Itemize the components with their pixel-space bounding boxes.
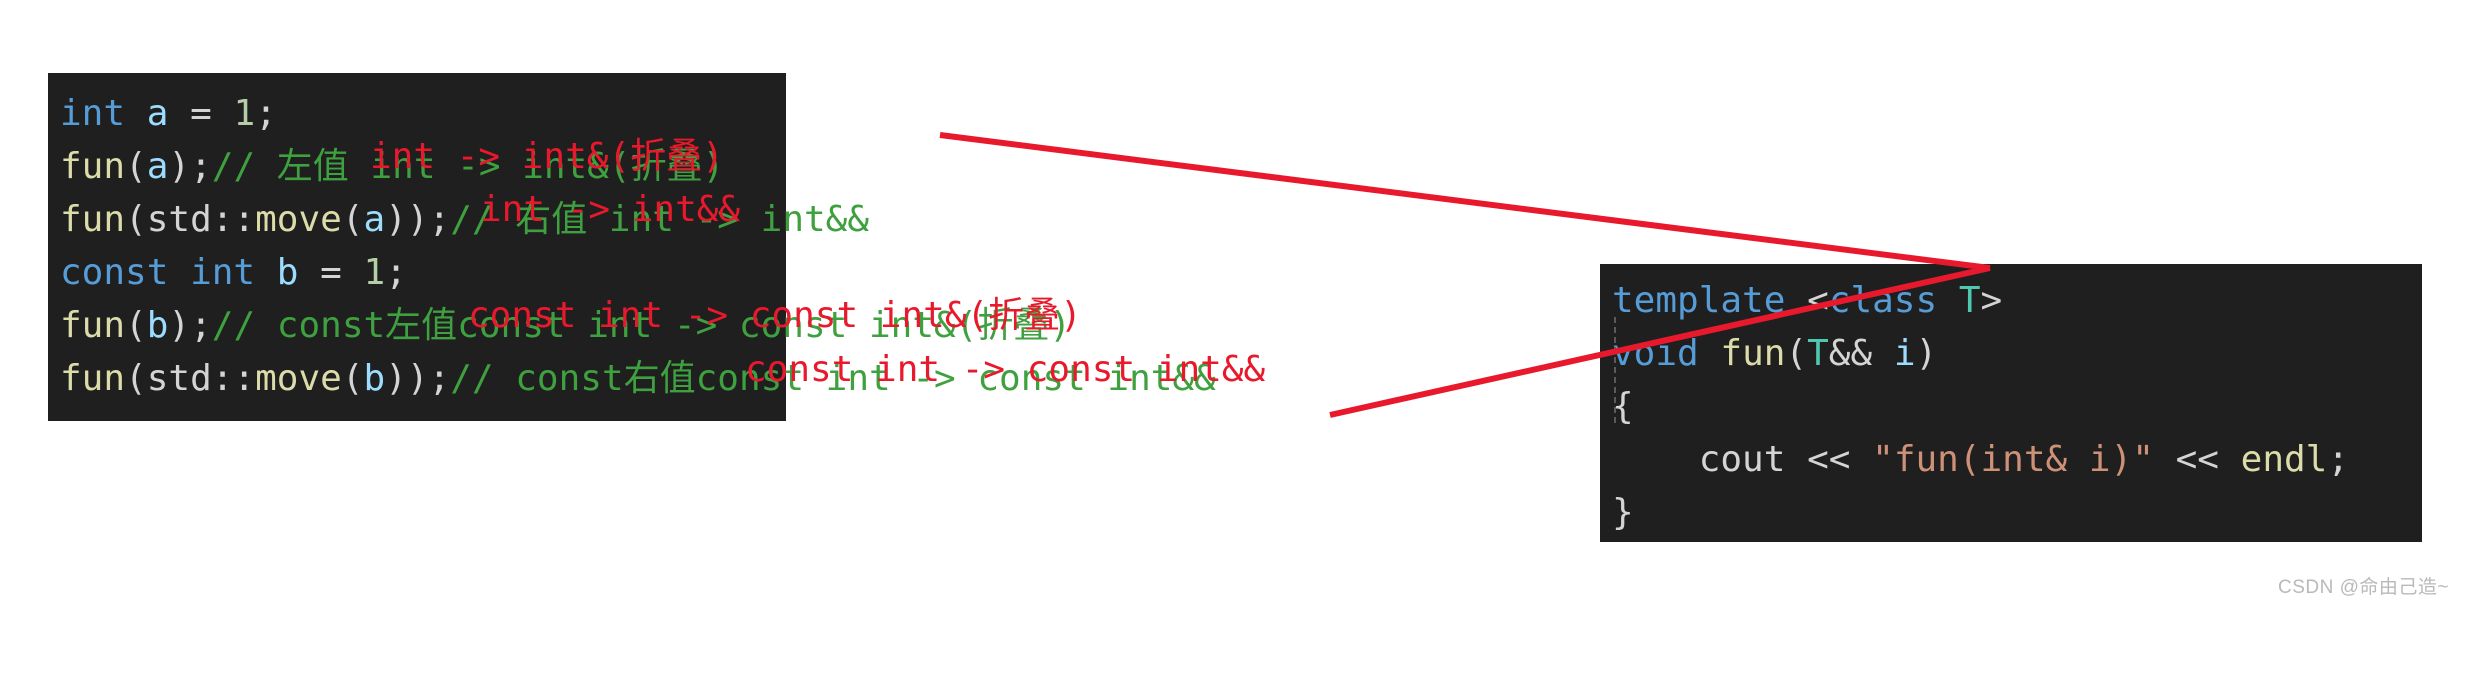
code-token: template <box>1612 280 1786 321</box>
code-token: :: <box>211 199 256 240</box>
code-token: ( <box>125 305 147 346</box>
code-token: << <box>2175 439 2219 480</box>
code-token: )) <box>385 358 429 399</box>
code-line: fun(b);// const左值const int -> const int&… <box>60 299 1071 352</box>
code-token: b <box>276 252 299 293</box>
code-token: fun <box>1720 333 1786 374</box>
code-token: ; <box>385 252 407 293</box>
code-token: ( <box>1785 333 1808 374</box>
code-token: T <box>1958 280 1981 321</box>
code-token: class <box>1828 280 1938 321</box>
code-token: T <box>1807 333 1829 374</box>
code-token: fun <box>60 358 126 399</box>
code-token: a <box>363 199 386 240</box>
code-token: > <box>1980 280 2003 321</box>
code-line: fun(std::move(a));// 右值 int -> int&& <box>60 193 869 246</box>
code-token: ( <box>125 199 147 240</box>
code-line: { <box>1612 380 2422 433</box>
code-token: // 右值 int -> int&& <box>450 199 870 240</box>
code-token: < <box>1807 280 1829 321</box>
code-token: a <box>146 146 169 187</box>
code-line: const int b = 1; <box>60 246 786 299</box>
page-canvas: int a = 1; fun(a);// 左值 int -> int&(折叠) fu… <box>0 0 2467 607</box>
code-token: ; <box>190 146 212 187</box>
code-token: ) <box>168 305 191 346</box>
code-token: ; <box>255 93 277 134</box>
code-token: && <box>1828 333 1873 374</box>
code-token: = <box>190 93 212 134</box>
arrow-upper <box>939 132 1991 271</box>
code-token: b <box>363 358 386 399</box>
code-line: fun(a);// 左值 int -> int&(折叠) <box>60 140 786 193</box>
code-token: = <box>320 252 342 293</box>
code-token: endl <box>2240 439 2328 480</box>
code-token: ) <box>168 146 191 187</box>
code-token: ( <box>125 146 147 187</box>
code-token: fun <box>60 199 126 240</box>
code-line: cout << "fun(int& i)" << endl; <box>1612 433 2422 486</box>
code-token: // const左值const int -> const int&(折叠) <box>211 305 1072 346</box>
code-token: // 左值 int -> int&(折叠) <box>211 146 725 187</box>
code-token: i <box>1893 333 1916 374</box>
code-token: ( <box>341 358 364 399</box>
code-line: template <class T> <box>1612 274 2422 327</box>
code-token: 1 <box>363 252 386 293</box>
code-token: const <box>60 252 169 293</box>
code-token: move <box>255 199 342 240</box>
code-token: std <box>146 199 212 240</box>
code-token: b <box>146 305 169 346</box>
code-token: ) <box>1915 333 1938 374</box>
right-code-block: template <class T> void fun(T&& i){ cout … <box>1600 264 2422 542</box>
code-token: )) <box>385 199 429 240</box>
code-token: fun <box>60 305 126 346</box>
code-token: int <box>190 252 256 293</box>
indent-guide <box>1614 317 1616 423</box>
code-token: ; <box>2327 439 2350 480</box>
code-token: // const右值const int -> const int&& <box>450 358 1216 399</box>
code-token: void <box>1612 333 1699 374</box>
code-token: "fun(int& i)" <box>1872 439 2154 480</box>
code-line: void fun(T&& i) <box>1612 327 2422 380</box>
code-line: } <box>1612 486 2422 539</box>
code-token: a <box>146 93 169 134</box>
code-token: fun <box>60 146 126 187</box>
code-token: ( <box>125 358 147 399</box>
code-token: << <box>1807 439 1851 480</box>
code-line: int a = 1; <box>60 87 786 140</box>
code-token: cout <box>1698 439 1786 480</box>
code-token: 1 <box>233 93 256 134</box>
code-token: ; <box>190 305 212 346</box>
code-line: fun(std::move(b));// const右值const int ->… <box>60 352 1216 405</box>
code-token: ; <box>428 199 451 240</box>
code-token: std <box>146 358 212 399</box>
code-token: move <box>255 358 342 399</box>
code-token: int <box>60 93 126 134</box>
left-code-block: int a = 1; fun(a);// 左值 int -> int&(折叠) fu… <box>48 73 1216 421</box>
code-token: ( <box>341 199 364 240</box>
csdn-watermark: CSDN @命由己造~ <box>2278 577 2449 598</box>
code-token: ; <box>428 358 451 399</box>
code-token: } <box>1612 492 1634 533</box>
code-token: :: <box>211 358 256 399</box>
